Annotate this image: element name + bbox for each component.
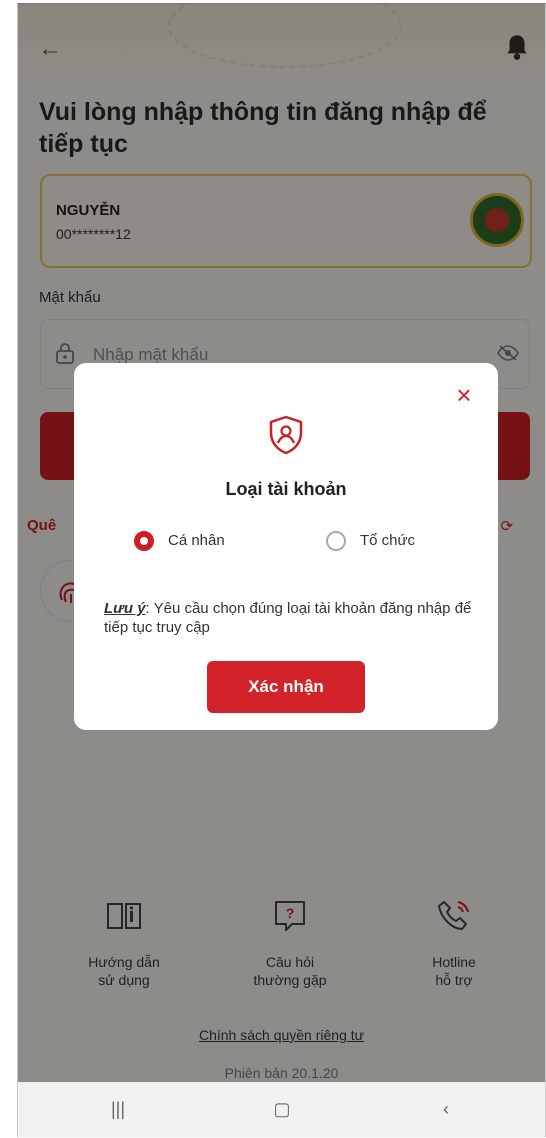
shield-user-icon [269,415,303,455]
confirm-button[interactable]: Xác nhận [207,661,365,713]
radio-personal-label: Cá nhân [168,532,225,549]
recent-apps-icon[interactable]: ||| [88,1094,148,1124]
note-prefix: Lưu ý [104,600,146,617]
app-screen: ← Vui lòng nhập thông tin đăng nhập để t… [17,3,546,1137]
home-icon[interactable]: ▢ [252,1094,312,1124]
dialog-title: Loại tài khoản [225,479,347,499]
system-nav-bar: ||| ▢ ‹ [18,1082,545,1137]
note-text: : Yêu cầu chọn đúng loại tài khoản đăng … [104,600,472,636]
close-icon[interactable]: × [450,381,478,409]
radio-unselected-icon [326,531,346,551]
account-type-dialog: × Loại tài khoản Cá nhân Tổ chức Lưu ý: … [74,363,498,730]
dialog-note: Lưu ý: Yêu cầu chọn đúng loại tài khoản … [104,599,484,637]
radio-selected-icon [134,531,154,551]
radio-organization[interactable]: Tổ chức [326,529,466,557]
radio-personal[interactable]: Cá nhân [134,529,284,557]
radio-organization-label: Tổ chức [360,532,416,549]
back-nav-icon[interactable]: ‹ [416,1094,476,1124]
